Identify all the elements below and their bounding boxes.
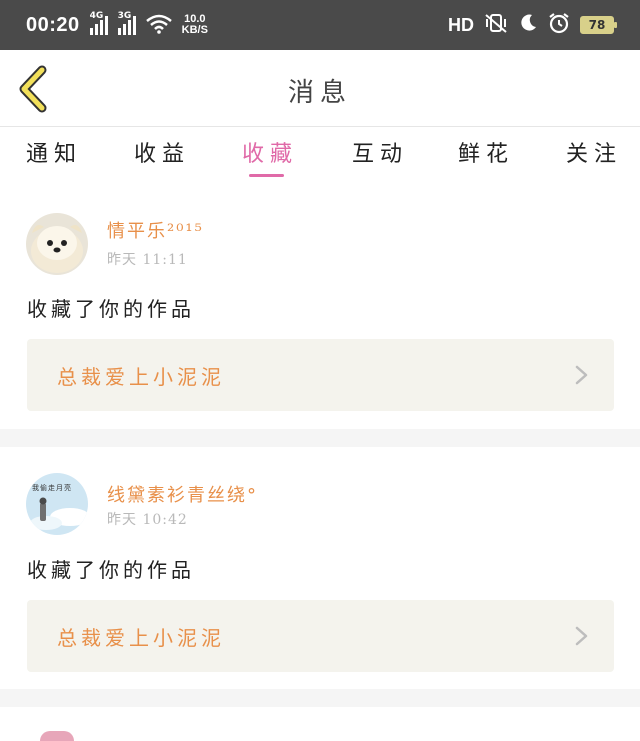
divider [0,689,640,707]
status-time: 00:20 [26,13,80,36]
message-item [0,707,640,741]
signal-4g-icon: 4G [89,11,108,35]
speed-unit: KB/S [181,24,208,36]
alarm-icon [548,12,570,38]
page-title: 消息 [287,78,352,108]
vibrate-off-icon [484,13,508,37]
tab-favorites[interactable]: 收藏 [242,136,298,168]
tab-flowers[interactable]: 鲜花 [458,136,514,168]
username[interactable]: 线黛素衫青丝绕° [107,481,258,507]
work-title: 总裁爱上小泥泥 [57,365,225,389]
message-item: 情平乐²⁰¹⁵ 昨天 11:11 收藏了你的作品 总裁爱上小泥泥 [0,183,640,429]
tab-earnings[interactable]: 收益 [134,136,190,168]
username[interactable]: 情平乐²⁰¹⁵ [107,217,204,243]
message-item: 我偷走月亮 线黛素衫青丝绕° 昨天 10:42 收藏了你的作品 总裁爱上小泥泥 [0,447,640,689]
tab-notifications[interactable]: 通知 [26,136,82,168]
battery-level: 78 [588,18,606,32]
active-tab-indicator [249,174,284,177]
action-text: 收藏了你的作品 [27,297,195,321]
hd-label: HD [448,14,474,35]
network-speed: 10.0 KB/S [182,14,208,36]
tab-bar: 通知 收益 收藏 互动 鲜花 关注 [0,128,640,182]
avatar-caption: 我偷走月亮 [32,484,72,492]
timestamp: 昨天 10:42 [107,512,188,528]
chevron-right-icon [575,626,588,646]
battery-icon: 78 [580,16,617,34]
chevron-right-icon [575,365,588,385]
avatar[interactable]: 我偷走月亮 [26,473,88,535]
tab-interactions[interactable]: 互动 [352,136,408,168]
nav-bar: 消息 [0,50,640,127]
work-title: 总裁爱上小泥泥 [57,626,225,650]
wifi-icon [145,14,172,37]
timestamp: 昨天 11:11 [107,252,188,268]
status-left: 00:20 4G 3G 10.0 KB/S [26,11,208,37]
avatar[interactable] [40,731,74,741]
action-text: 收藏了你的作品 [27,558,195,582]
avatar[interactable] [26,213,88,275]
network-type-label: 4G [89,11,104,21]
status-bar: 00:20 4G 3G 10.0 KB/S HD 78 [0,0,640,50]
divider [0,429,640,447]
status-right: HD 78 [448,12,617,38]
work-link[interactable]: 总裁爱上小泥泥 [27,600,614,672]
dog-avatar-icon [26,213,88,275]
network-type-label-2: 3G [117,11,132,21]
moon-icon [518,13,538,37]
signal-3g-icon: 3G [117,11,136,35]
tab-following[interactable]: 关注 [566,136,622,168]
work-link[interactable]: 总裁爱上小泥泥 [27,339,614,411]
